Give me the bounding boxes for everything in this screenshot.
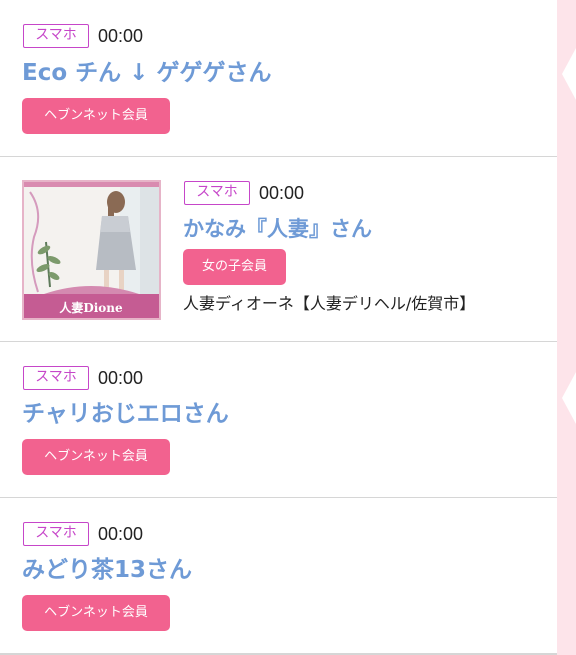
side-notch — [562, 372, 576, 424]
user-name-link[interactable]: かなみ『人妻』さん — [183, 214, 372, 244]
profile-photo[interactable]: 人妻Dione — [22, 180, 161, 320]
user-name-link[interactable]: チャリおじエロさん — [22, 399, 229, 429]
device-badge: スマホ — [23, 24, 89, 48]
profile-photo-image: 人妻Dione — [24, 182, 159, 318]
member-type-badge: ヘブンネット会員 — [22, 595, 170, 631]
member-type-badge: ヘブンネット会員 — [22, 98, 170, 134]
list-item[interactable]: スマホ 00:00 みどり茶13さん ヘブンネット会員 — [0, 497, 557, 653]
post-time: 00:00 — [98, 368, 144, 388]
user-name-link[interactable]: みどり茶13さん — [22, 555, 192, 585]
side-notch — [562, 48, 576, 100]
member-type-badge: ヘブンネット会員 — [22, 439, 170, 475]
list-item[interactable]: スマホ 00:00 チャリおじエロさん ヘブンネット会員 — [0, 341, 557, 497]
device-badge: スマホ — [184, 181, 250, 205]
device-badge: スマホ — [23, 366, 89, 390]
device-badge: スマホ — [23, 522, 89, 546]
photo-logo-text: 人妻Dione — [59, 300, 123, 315]
shop-name-link[interactable]: 人妻ディオーネ【人妻デリヘル/佐賀市】 — [183, 293, 475, 315]
member-type-badge: 女の子会員 — [183, 249, 286, 285]
post-time: 00:00 — [259, 183, 305, 203]
user-name-link[interactable]: Eco チん ↓ ゲゲゲさん — [22, 58, 271, 88]
post-time: 00:00 — [98, 26, 144, 46]
side-decoration-strip — [557, 0, 576, 655]
list-item[interactable]: スマホ 00:00 Eco チん ↓ ゲゲゲさん ヘブンネット会員 — [0, 0, 557, 156]
post-time: 00:00 — [98, 524, 144, 544]
list-item[interactable]: 人妻Dione スマホ 00:00 かなみ『人妻』さん 女の子会員 人妻ディオー… — [0, 156, 557, 341]
